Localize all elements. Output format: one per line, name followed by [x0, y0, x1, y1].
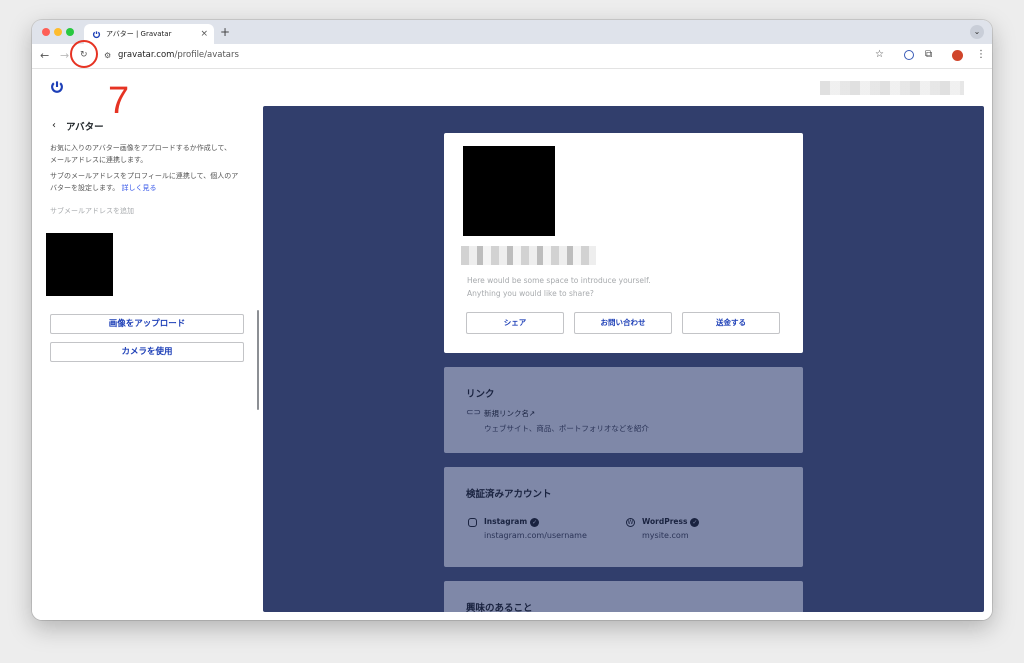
add-sub-email-link[interactable]: サブメールアドレスを追加: [50, 206, 134, 216]
intro-line: Here would be some space to introduce yo…: [467, 276, 651, 285]
profile-preview: Here would be some space to introduce yo…: [263, 106, 984, 612]
wordpress-icon: W: [626, 518, 635, 527]
link-icon: ⊂⊃: [466, 408, 482, 418]
blurred-display-name: [461, 246, 596, 265]
instagram-icon: [468, 518, 477, 527]
tab-search-icon[interactable]: ⌄: [970, 25, 984, 39]
extension-icon[interactable]: [904, 50, 914, 60]
step-annotation: 7: [108, 80, 130, 122]
address-bar[interactable]: gravatar.com/profile/avatars: [118, 50, 239, 60]
minimize-window-button[interactable]: [54, 28, 62, 36]
wordpress-url: mysite.com: [642, 531, 689, 540]
browser-window: アバター | Gravatar × + ⌄ ← → ↻ ⚙ gravatar.c…: [32, 20, 992, 620]
profile-card: Here would be some space to introduce yo…: [444, 133, 803, 353]
new-link-name: 新規リンク名↗: [484, 409, 536, 418]
verified-title: 検証済みアカウント: [466, 489, 552, 500]
tab-gravatar[interactable]: アバター | Gravatar ×: [84, 24, 214, 44]
contact-button[interactable]: お問い合わせ: [574, 312, 672, 334]
forward-arrow-icon[interactable]: →: [60, 49, 69, 62]
profile-avatar[interactable]: [952, 50, 963, 61]
tab-title: アバター | Gravatar: [106, 30, 172, 38]
tab-close-icon[interactable]: ×: [200, 29, 208, 39]
wordpress-account-name: WordPress ✓: [642, 517, 700, 527]
maximize-window-button[interactable]: [66, 28, 74, 36]
url-path: /profile/avatars: [174, 50, 239, 60]
page-title: アバター: [66, 122, 104, 133]
avatar-description: お気に入りのアバター画像をアプロードするか作成して、 メールアドレスに連携します…: [50, 142, 260, 166]
links-title: リンク: [466, 389, 495, 400]
tab-strip: アバター | Gravatar × + ⌄: [32, 20, 992, 44]
verified-check-icon: ✓: [690, 517, 700, 527]
links-card: リンク ⊂⊃ 新規リンク名↗ ウェブサイト、商品、ポートフォリオなどを紹介: [444, 367, 803, 453]
instagram-url: instagram.com/username: [484, 531, 587, 540]
desc-line: バターを設定します。: [50, 184, 120, 192]
profile-intro: Here would be some space to introduce yo…: [467, 274, 651, 300]
avatar-thumbnail[interactable]: [46, 233, 113, 296]
gravatar-favicon-icon: [92, 30, 101, 38]
star-icon[interactable]: ☆: [875, 49, 884, 60]
puzzle-icon[interactable]: ⧉: [925, 49, 932, 60]
sub-email-description: サブのメールアドレスをプロフィールに連携して、個人のア バターを設定します。 詳…: [50, 170, 260, 194]
browser-toolbar: ← → ↻ ⚙ gravatar.com/profile/avatars ☆ ⧉…: [32, 44, 992, 69]
sidebar-scrollbar[interactable]: [257, 310, 259, 410]
kebab-menu-icon[interactable]: ⋮: [976, 49, 986, 60]
share-button[interactable]: シェア: [466, 312, 564, 334]
close-window-button[interactable]: [42, 28, 50, 36]
back-arrow-icon[interactable]: ←: [40, 49, 49, 62]
learn-more-link[interactable]: 詳しく見る: [122, 184, 157, 192]
account-name: WordPress: [642, 517, 688, 526]
page-content: 7 ‹ アバター お気に入りのアバター画像をアプロードするか作成して、 メールア…: [32, 69, 992, 620]
link-description: ウェブサイト、商品、ポートフォリオなどを紹介: [484, 424, 649, 433]
profile-avatar-image: [463, 146, 555, 236]
intro-line: Anything you would like to share?: [467, 289, 594, 298]
site-settings-icon[interactable]: ⚙: [104, 51, 111, 60]
gravatar-logo-icon[interactable]: [50, 80, 64, 94]
blurred-account-info: [820, 81, 964, 95]
desc-line: サブのメールアドレスをプロフィールに連携して、個人のア: [50, 172, 239, 180]
url-host: gravatar.com: [118, 50, 175, 60]
reload-highlight-circle: [70, 40, 98, 68]
desc-line: お気に入りのアバター画像をアプロードするか作成して、: [50, 144, 232, 152]
use-camera-button[interactable]: カメラを使用: [50, 342, 244, 362]
upload-image-button[interactable]: 画像をアップロード: [50, 314, 244, 334]
verified-accounts-card: 検証済みアカウント Instagram ✓ instagram.com/usern…: [444, 467, 803, 567]
new-tab-button[interactable]: +: [220, 25, 230, 39]
verified-check-icon: ✓: [530, 517, 540, 527]
interests-title: 興味のあること: [466, 603, 533, 612]
interests-card: 興味のあること: [444, 581, 803, 612]
chevron-left-icon[interactable]: ‹: [52, 120, 56, 131]
send-money-button[interactable]: 送金する: [682, 312, 780, 334]
account-name: Instagram: [484, 517, 528, 526]
desc-line: メールアドレスに連携します。: [50, 156, 148, 164]
instagram-account-name: Instagram ✓: [484, 517, 540, 527]
